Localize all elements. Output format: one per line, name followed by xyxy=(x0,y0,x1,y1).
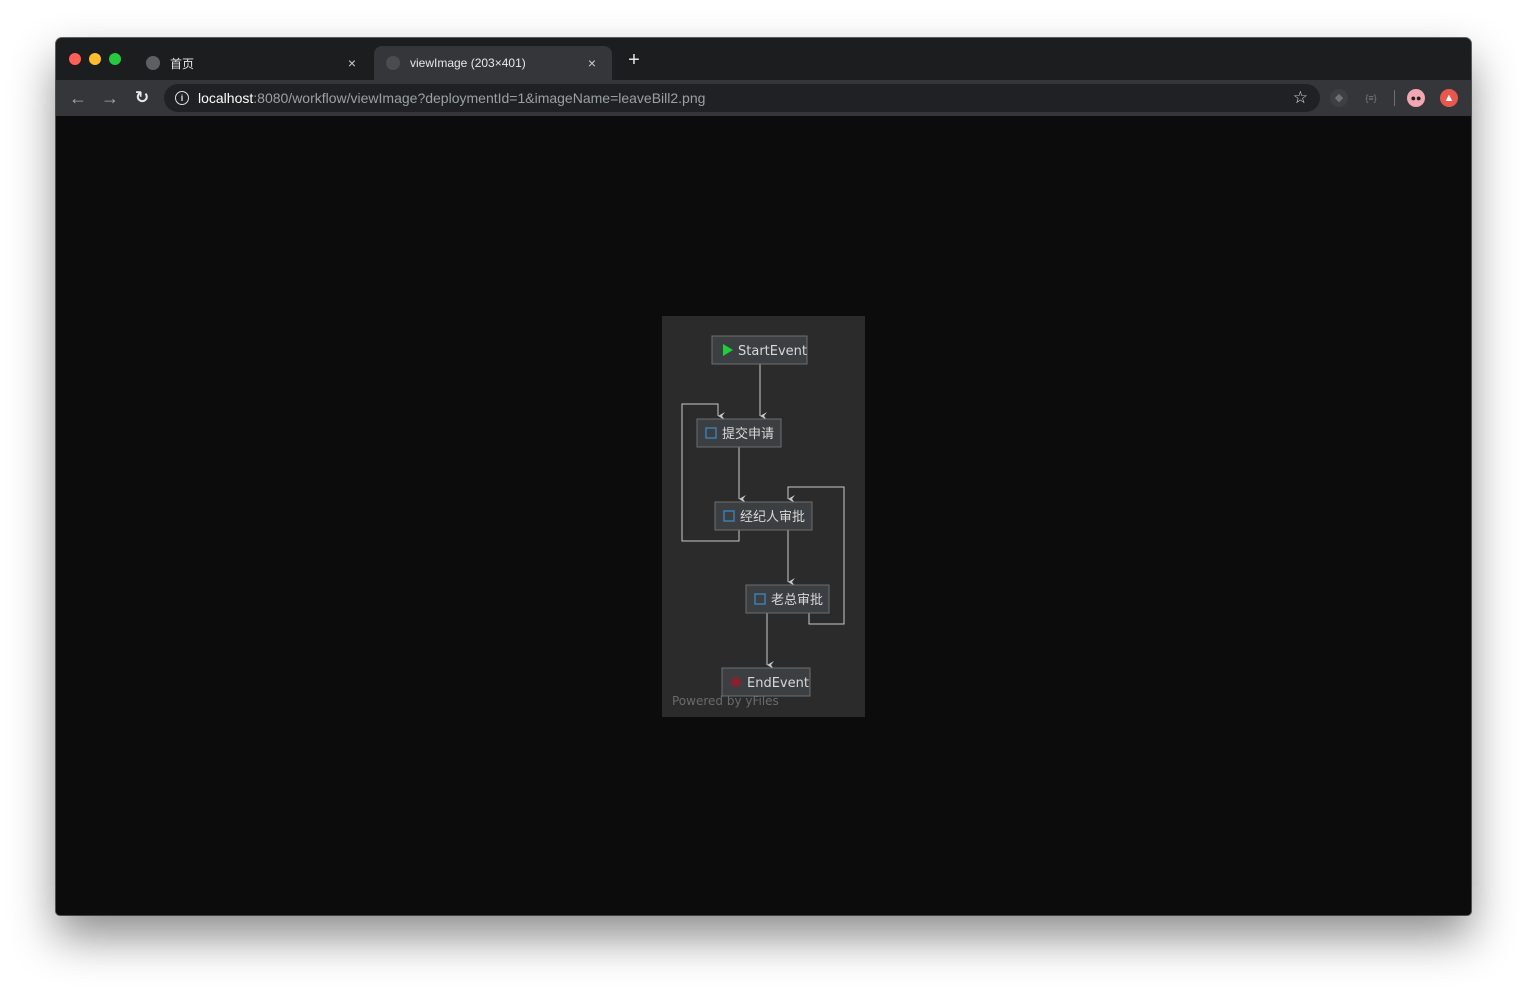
back-button[interactable]: ← xyxy=(66,86,90,110)
toolbar-divider xyxy=(1394,90,1395,106)
node-start-event: StartEvent xyxy=(711,335,808,365)
reload-button[interactable]: ↻ xyxy=(130,86,154,110)
node-task-broker: 经纪人审批 xyxy=(714,501,813,531)
info-icon[interactable]: i xyxy=(175,91,189,105)
avatar-icon[interactable]: ●● xyxy=(1407,89,1425,107)
watermark-text: Powered by yFiles xyxy=(672,694,779,708)
maximize-window-button[interactable] xyxy=(109,53,121,65)
minimize-window-button[interactable] xyxy=(89,53,101,65)
browser-toolbar: ← → ↻ i localhost:8080/workflow/viewImag… xyxy=(56,80,1471,116)
node-label-end: EndEvent xyxy=(747,676,809,691)
tab-home[interactable]: 首页 × xyxy=(134,46,372,80)
node-label-submit: 提交申请 xyxy=(722,426,774,442)
node-end-event: EndEvent xyxy=(721,667,811,697)
tab-bar: 首页 × viewImage (203×401) × + xyxy=(56,38,1471,80)
url-path: :8080/workflow/viewImage?deploymentId=1&… xyxy=(253,90,706,106)
bookmark-star-icon[interactable]: ☆ xyxy=(1293,88,1308,108)
tab-title: viewImage (203×401) xyxy=(410,56,526,70)
node-task-boss: 老总审批 xyxy=(745,584,830,614)
browser-window: 首页 × viewImage (203×401) × + ← → ↻ i loc… xyxy=(56,38,1471,915)
globe-icon xyxy=(386,56,400,70)
close-tab-button[interactable]: × xyxy=(582,55,602,71)
close-tab-button[interactable]: × xyxy=(342,55,362,71)
upload-icon[interactable]: ▲ xyxy=(1440,89,1458,107)
forward-button[interactable]: → xyxy=(98,86,122,110)
address-bar[interactable]: i localhost:8080/workflow/viewImage?depl… xyxy=(164,84,1320,112)
tab-title: 首页 xyxy=(170,56,195,71)
url-host: localhost xyxy=(198,90,254,106)
globe-icon xyxy=(146,56,160,70)
url-text[interactable]: localhost:8080/workflow/viewImage?deploy… xyxy=(198,90,705,106)
workflow-diagram-image: StartEvent 提交申请 经纪人审批 老总审批 EndEvent Powe… xyxy=(662,316,865,717)
node-label-start: StartEvent xyxy=(738,344,807,359)
evernote-icon[interactable]: ◆ xyxy=(1330,89,1348,107)
json-viewer-icon[interactable]: {≡} xyxy=(1362,89,1380,107)
node-label-broker: 经纪人审批 xyxy=(740,510,805,525)
tab-viewimage[interactable]: viewImage (203×401) × xyxy=(374,46,612,80)
node-task-submit: 提交申请 xyxy=(696,418,782,448)
workflow-diagram: StartEvent 提交申请 经纪人审批 老总审批 EndEvent Powe… xyxy=(662,316,865,717)
end-event-icon xyxy=(731,677,741,687)
node-label-boss: 老总审批 xyxy=(771,593,823,608)
page-viewport: StartEvent 提交申请 经纪人审批 老总审批 EndEvent Powe… xyxy=(56,116,1471,915)
close-window-button[interactable] xyxy=(69,53,81,65)
new-tab-button[interactable]: + xyxy=(624,50,644,70)
